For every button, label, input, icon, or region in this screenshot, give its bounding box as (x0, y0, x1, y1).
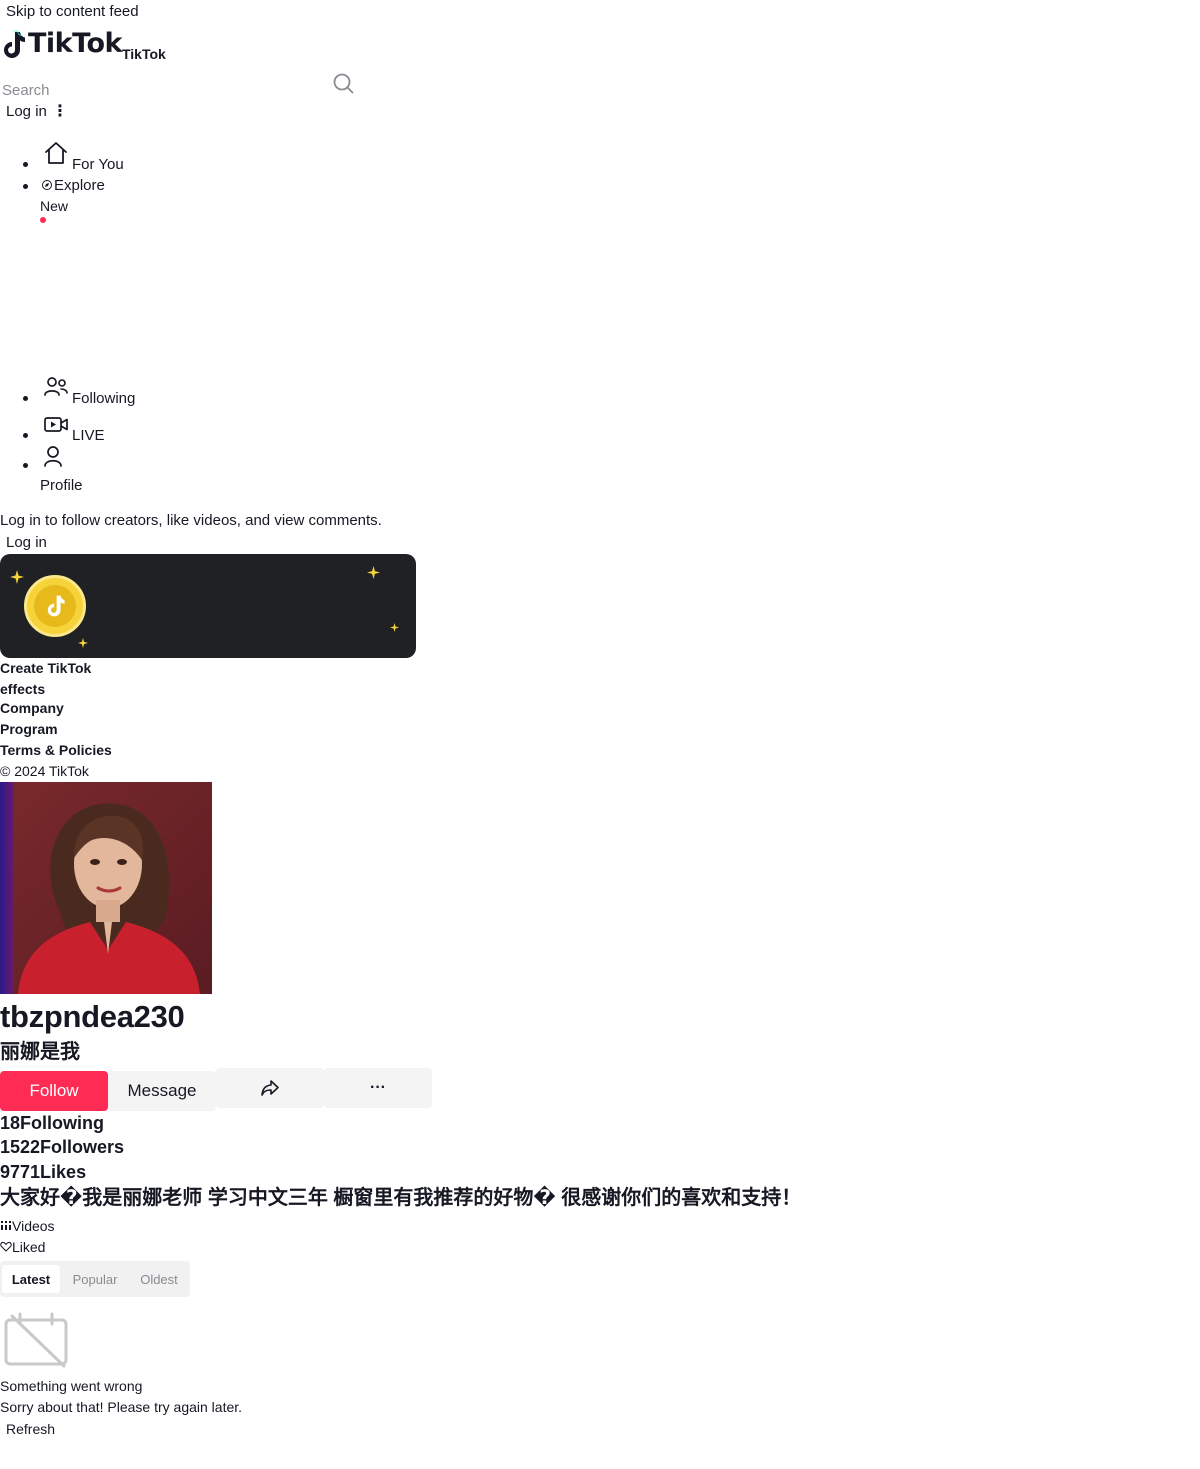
followers-count: 1522Followers (0, 1137, 124, 1159)
footer-link[interactable]: Terms & Policies (0, 742, 112, 759)
search-input[interactable] (0, 78, 324, 102)
footer-link[interactable]: effects (0, 681, 45, 698)
message-button[interactable]: Message (108, 1071, 216, 1111)
people-icon (43, 374, 69, 400)
list-bullet (23, 396, 28, 401)
user-icon (42, 444, 64, 468)
sidebar-item-label: Following (72, 390, 136, 407)
sidebar-nav: For You Explore New Following LIVE Profi… (0, 130, 300, 500)
likes-count: 9771Likes (0, 1162, 86, 1184)
stat-label: Following (20, 1113, 105, 1133)
copyright-text: © 2024 TikTok (0, 763, 89, 779)
sidebar-item-for-you[interactable]: For You (40, 140, 130, 174)
notification-dot (40, 217, 46, 223)
grid-icon (1, 1221, 11, 1230)
profile-bio: 大家好�我是丽娜老师 学习中文三年 橱窗里有我推荐的好物� 很感谢你们的喜欢和支… (0, 1187, 802, 1209)
sidebar-item-label: Profile (40, 477, 83, 494)
sparkle-icon (390, 623, 399, 632)
tab-liked[interactable]: Liked (0, 1239, 45, 1256)
profile-more-button[interactable]: ··· (324, 1068, 432, 1108)
stat-label: Followers (40, 1137, 125, 1157)
follow-button[interactable]: Follow (0, 1071, 108, 1111)
sparkle-icon (78, 638, 88, 648)
sidebar-item-label: For You (72, 156, 124, 173)
empty-calendar-icon (4, 1312, 70, 1368)
error-description: Sorry about that! Please try again later… (0, 1399, 243, 1415)
sidebar-item-explore[interactable]: Explore New (40, 176, 130, 223)
compass-icon (41, 179, 53, 191)
tab-label: Liked (12, 1239, 46, 1255)
new-badge: New (40, 198, 69, 214)
list-bullet (23, 162, 28, 167)
profile-nickname: 丽娜是我 (0, 1041, 80, 1063)
heart-lock-icon (0, 1241, 12, 1252)
refresh-button[interactable]: Refresh (6, 1421, 55, 1438)
sidebar-login-button[interactable]: Log in (6, 534, 47, 552)
sparkle-icon (367, 566, 380, 579)
header-login-button[interactable]: Log in (6, 103, 47, 121)
sidebar-item-label: Explore (54, 177, 105, 194)
tiktok-note-icon (47, 595, 65, 617)
tiktok-logo[interactable]: TikTok TikTok (0, 28, 166, 62)
sort-oldest[interactable]: Oldest (130, 1265, 188, 1293)
coin-face (34, 585, 76, 627)
stat-value: 1522 (0, 1137, 41, 1157)
sidebar-item-profile[interactable]: Profile (40, 444, 130, 496)
tiktok-note-icon (4, 30, 25, 58)
home-icon (43, 140, 69, 166)
more-options-icon[interactable]: ⋮ (52, 102, 68, 121)
skip-to-content-link[interactable]: Skip to content feed (6, 3, 139, 21)
stat-label: Likes (40, 1162, 87, 1182)
profile-username: tbzpndea230 (0, 999, 185, 1034)
search-icon[interactable] (332, 72, 356, 96)
error-title: Something went wrong (0, 1378, 143, 1394)
sort-segmented-control: Latest Popular Oldest (0, 1261, 190, 1297)
sort-latest[interactable]: Latest (2, 1265, 60, 1293)
footer-link[interactable]: Create TikTok (0, 660, 91, 677)
tab-videos[interactable]: Videos (0, 1218, 55, 1235)
sidebar-item-live[interactable]: LIVE (40, 414, 130, 448)
share-button[interactable] (216, 1068, 324, 1108)
following-count: 18Following (0, 1113, 104, 1135)
sidebar-item-label: LIVE (72, 427, 105, 444)
list-bullet (23, 463, 28, 468)
sort-popular[interactable]: Popular (64, 1265, 126, 1293)
sparkle-icon (10, 570, 24, 584)
share-icon (261, 1080, 279, 1096)
list-bullet (23, 184, 28, 189)
stat-value: 18 (0, 1113, 21, 1133)
effects-banner[interactable] (0, 554, 416, 658)
footer-link[interactable]: Program (0, 721, 58, 738)
live-camera-icon (43, 414, 69, 436)
sidebar-item-following[interactable]: Following (40, 374, 150, 408)
login-prompt-text: Log in to follow creators, like videos, … (0, 512, 382, 529)
avatar (0, 782, 212, 994)
logo-wordmark: TikTok (28, 28, 122, 59)
logo-caption: TikTok (121, 46, 166, 62)
stat-value: 9771 (0, 1162, 41, 1182)
footer-link[interactable]: Company (0, 700, 64, 717)
tab-label: Videos (12, 1218, 55, 1234)
tiktok-coin-icon (24, 575, 86, 637)
list-bullet (23, 433, 28, 438)
